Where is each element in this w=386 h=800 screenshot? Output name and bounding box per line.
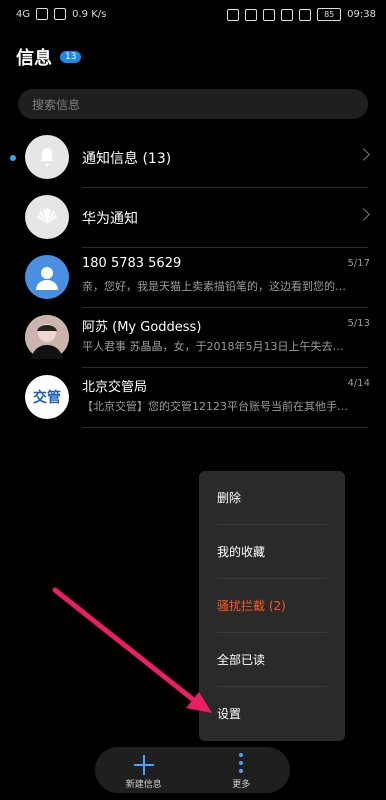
plus-icon <box>133 755 154 775</box>
annotation-arrow-icon <box>52 587 212 713</box>
more-vertical-icon <box>239 753 244 775</box>
new-message-button[interactable]: 新建信息 <box>95 747 193 793</box>
more-button[interactable]: 更多 <box>193 747 291 793</box>
new-message-label: 新建信息 <box>125 780 162 790</box>
bottom-bar: 新建信息 更多 <box>95 747 290 793</box>
more-label: 更多 <box>232 780 251 790</box>
